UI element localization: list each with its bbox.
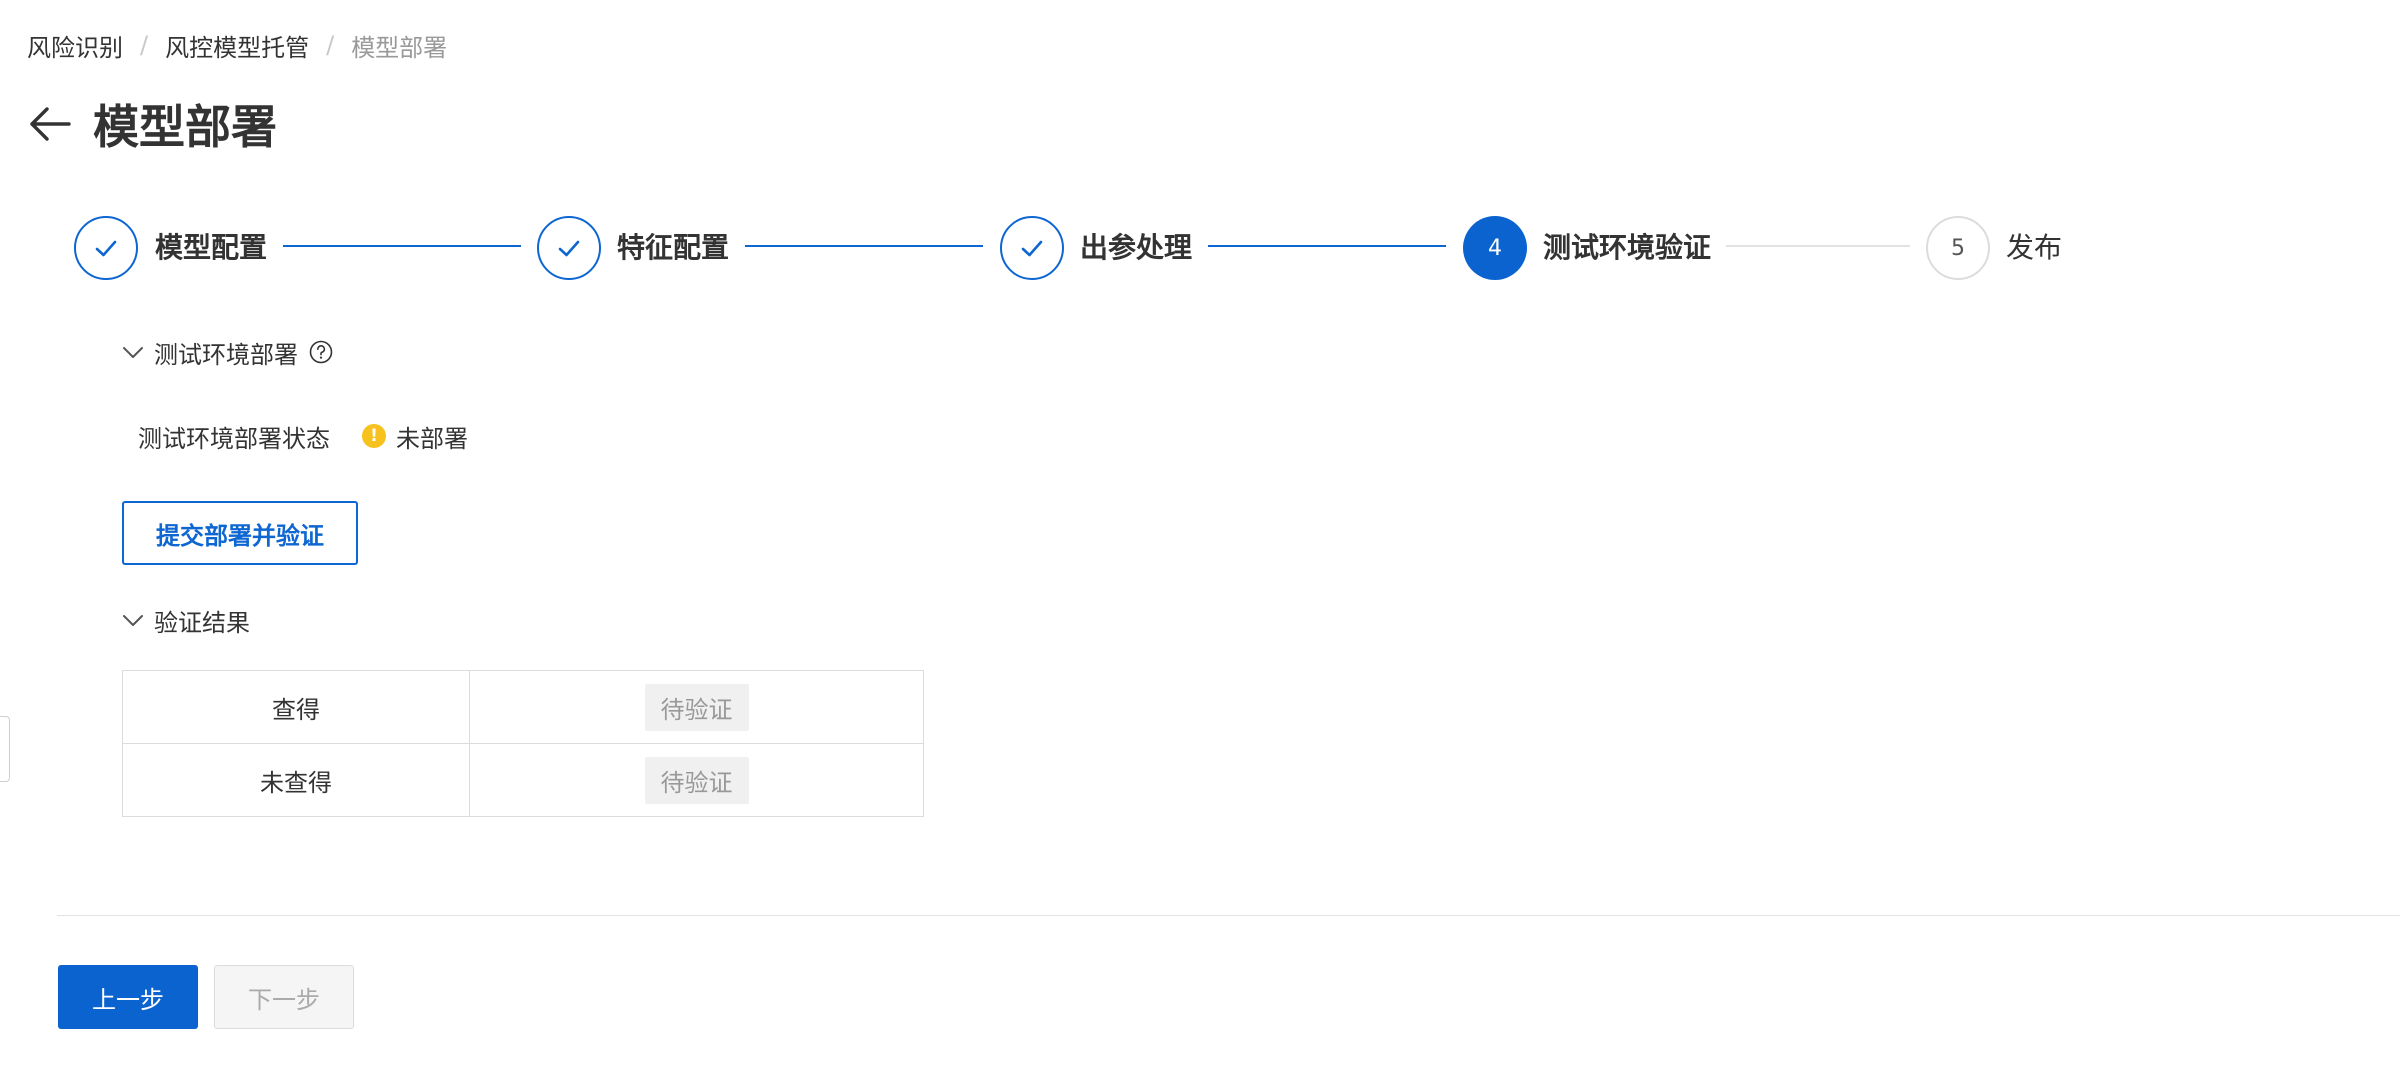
side-drawer-handle[interactable] xyxy=(0,716,10,782)
step-4-circle: 4 xyxy=(1463,216,1527,280)
step-4-number: 4 xyxy=(1488,235,1502,261)
question-circle-icon[interactable] xyxy=(308,339,334,365)
warning-circle-icon: ! xyxy=(362,424,386,448)
step-3-circle xyxy=(1000,216,1064,280)
footer-divider xyxy=(57,915,2400,916)
step-5-number: 5 xyxy=(1951,235,1965,261)
next-step-button[interactable]: 下一步 xyxy=(214,965,354,1029)
breadcrumb-item-model-hosting[interactable]: 风控模型托管 xyxy=(165,28,309,63)
result-section-header[interactable]: 验证结果 xyxy=(120,602,250,638)
breadcrumb-item-current: 模型部署 xyxy=(351,33,448,62)
submit-deploy-button[interactable]: 提交部署并验证 xyxy=(122,501,358,565)
step-3-label: 出参处理 xyxy=(1080,231,1193,264)
deploy-status: ! 未部署 xyxy=(362,419,468,454)
step-connector xyxy=(283,245,521,247)
chevron-down-icon xyxy=(123,347,143,358)
result-name: 查得 xyxy=(122,670,470,744)
breadcrumb-item-risk-identification[interactable]: 风险识别 xyxy=(27,28,123,63)
arrow-left-icon[interactable] xyxy=(27,99,77,149)
check-icon xyxy=(1021,240,1043,257)
deploy-status-value: 未部署 xyxy=(396,424,468,453)
deploy-status-row: 测试环境部署状态 ! 未部署 xyxy=(138,418,468,454)
breadcrumb-separator: / xyxy=(326,31,335,59)
breadcrumb-separator: / xyxy=(140,31,149,59)
deploy-section-header[interactable]: 测试环境部署 xyxy=(120,334,334,370)
result-value-cell: 待验证 xyxy=(469,670,924,744)
status-badge: 待验证 xyxy=(644,683,749,731)
deploy-section-title: 测试环境部署 xyxy=(154,340,298,369)
step-4-label: 测试环境验证 xyxy=(1543,231,1712,264)
step-1-circle xyxy=(74,216,138,280)
step-1-label: 模型配置 xyxy=(155,231,268,264)
result-value-cell: 待验证 xyxy=(469,743,924,817)
breadcrumb: 风险识别 / 风控模型托管 / 模型部署 xyxy=(27,28,447,62)
status-badge: 待验证 xyxy=(644,756,749,804)
table-row: 查得 待验证 xyxy=(122,670,924,744)
check-icon xyxy=(95,240,117,257)
step-connector xyxy=(1208,245,1446,247)
check-icon xyxy=(558,240,580,257)
page-header: 模型部署 xyxy=(27,92,277,156)
step-2-label: 特征配置 xyxy=(617,231,730,264)
step-connector xyxy=(745,245,983,247)
step-5-label: 发布 xyxy=(2006,231,2063,264)
result-section-title: 验证结果 xyxy=(154,608,250,637)
previous-step-button[interactable]: 上一步 xyxy=(58,965,198,1029)
result-name: 未查得 xyxy=(122,743,470,817)
result-table: 查得 待验证 未查得 待验证 xyxy=(122,670,924,817)
step-connector xyxy=(1726,245,1910,247)
chevron-down-icon xyxy=(123,615,143,626)
step-5-circle: 5 xyxy=(1926,216,1990,280)
deploy-status-label: 测试环境部署状态 xyxy=(138,424,330,453)
table-row: 未查得 待验证 xyxy=(122,743,924,817)
step-2-circle xyxy=(537,216,601,280)
page-title: 模型部署 xyxy=(93,100,277,154)
